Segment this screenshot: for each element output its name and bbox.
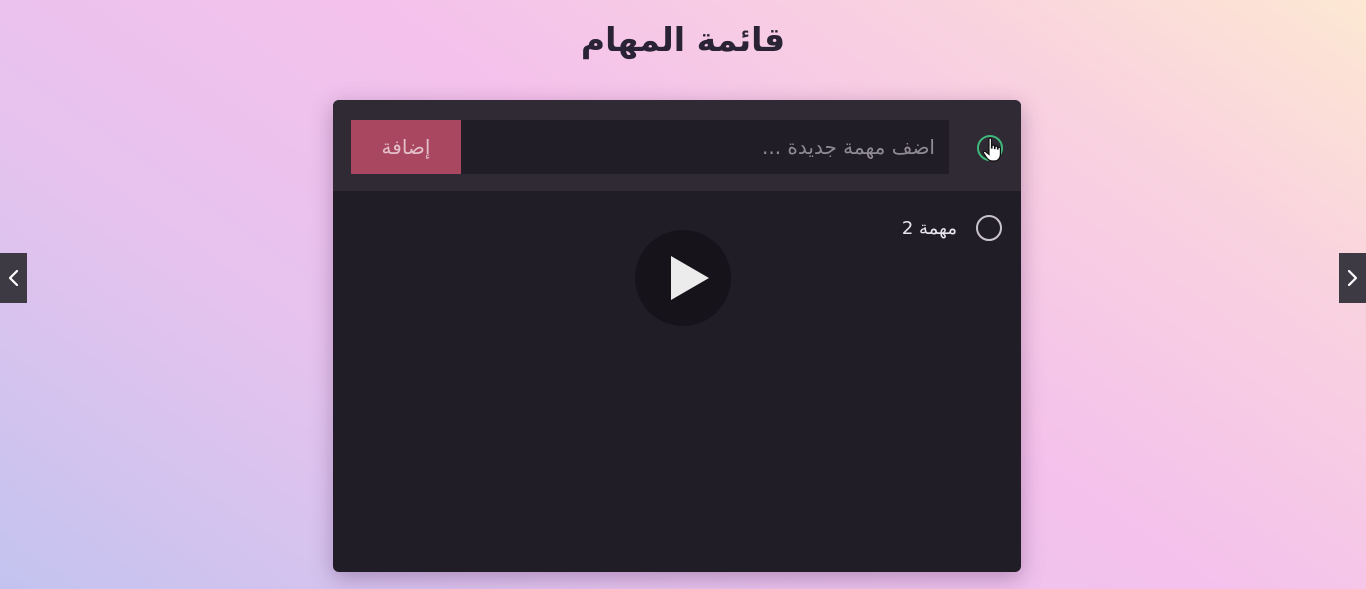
play-icon	[671, 256, 709, 300]
toggle-all-checkbox[interactable]	[977, 135, 1003, 161]
previous-slide-button[interactable]	[0, 253, 27, 303]
task-complete-checkbox[interactable]	[976, 215, 1002, 241]
chevron-left-icon	[8, 269, 19, 287]
chevron-right-icon	[1347, 269, 1358, 287]
new-task-input[interactable]	[460, 120, 949, 174]
add-task-button[interactable]: إضافة	[351, 120, 461, 174]
page-title: قائمة المهام	[580, 20, 786, 59]
next-slide-button[interactable]	[1339, 253, 1366, 303]
task-label[interactable]: مهمة 2	[902, 218, 957, 239]
todo-app-panel: إضافة مهمة 2	[333, 100, 1021, 572]
todo-header: إضافة	[333, 100, 1021, 191]
play-button[interactable]	[635, 230, 731, 326]
